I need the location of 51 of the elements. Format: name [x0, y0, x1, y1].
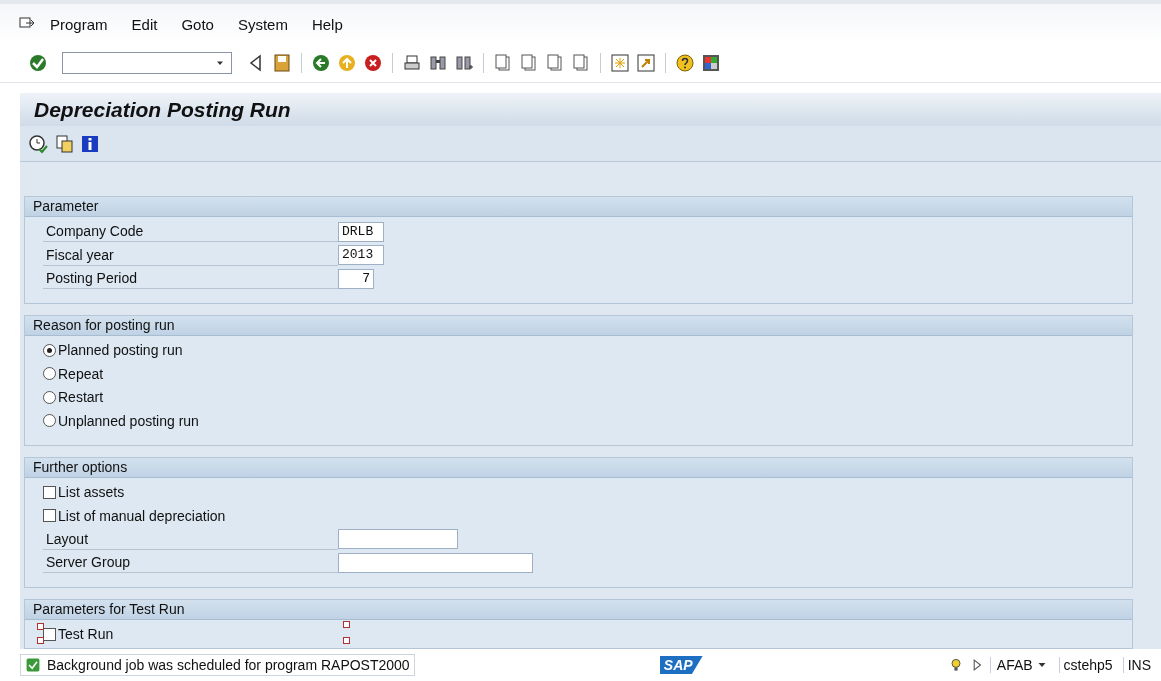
- checkbox[interactable]: [43, 485, 56, 499]
- field-label: Fiscal year: [43, 244, 338, 266]
- input-field[interactable]: DRLB: [338, 221, 384, 242]
- system-dropdown[interactable]: AFAB: [989, 657, 1053, 673]
- server-name: cstehp5: [1058, 657, 1117, 673]
- radio-button[interactable]: [43, 367, 56, 381]
- clock-icon[interactable]: [28, 133, 48, 154]
- group-title: Further options: [25, 457, 1132, 478]
- menu-item[interactable]: System: [237, 15, 288, 33]
- field-label: Company Code: [43, 221, 338, 243]
- binoculars-icon[interactable]: [428, 53, 448, 73]
- checkbox-label: Test Run: [58, 626, 114, 643]
- documents-icon[interactable]: [54, 133, 74, 154]
- input-field[interactable]: [338, 529, 458, 550]
- status-message: Background job was scheduled for program RAPOST2000: [47, 657, 410, 673]
- cancel-icon[interactable]: [363, 53, 383, 73]
- checkbox[interactable]: [43, 509, 56, 523]
- command-field[interactable]: [62, 52, 232, 74]
- radio-button[interactable]: [43, 343, 56, 357]
- menu-item[interactable]: Goto: [181, 15, 214, 33]
- group-title: Reason for posting run: [25, 315, 1132, 336]
- success-icon: [25, 657, 41, 673]
- input-field[interactable]: 2013: [338, 245, 384, 266]
- checkbox[interactable]: [43, 627, 56, 641]
- radio-label: Repeat: [58, 365, 104, 382]
- radio-label: Restart: [58, 389, 104, 406]
- checkmark-icon[interactable]: [28, 53, 48, 73]
- save-icon[interactable]: [272, 53, 292, 73]
- back-icon[interactable]: [311, 53, 331, 73]
- input-field[interactable]: [338, 552, 533, 573]
- group-title: Parameter: [25, 197, 1132, 217]
- field-label: Server Group: [43, 552, 338, 574]
- radio-label: Unplanned posting run: [58, 412, 199, 429]
- radio-button[interactable]: [43, 414, 56, 428]
- radio-button[interactable]: [43, 390, 56, 404]
- group-title: Parameters for Test Run: [25, 599, 1132, 620]
- screen-title: Depreciation Posting Run: [20, 93, 1161, 127]
- radio-label: Planned posting run: [58, 342, 183, 359]
- input-mode: INS: [1122, 657, 1155, 673]
- menu-item[interactable]: Program: [50, 15, 108, 33]
- checkbox-label: List assets: [58, 484, 125, 501]
- menu-item[interactable]: Edit: [131, 15, 158, 33]
- printer-icon[interactable]: [402, 53, 422, 73]
- field-label: Posting Period: [43, 268, 338, 290]
- checkbox-label: List of manual depreciation: [58, 507, 226, 524]
- menu-item[interactable]: Help: [311, 15, 343, 33]
- logo: SAP: [659, 656, 703, 674]
- field-label: Layout: [43, 528, 338, 550]
- help-icon[interactable]: [675, 53, 695, 73]
- input-field[interactable]: 7: [338, 268, 374, 289]
- info-icon[interactable]: [80, 133, 100, 154]
